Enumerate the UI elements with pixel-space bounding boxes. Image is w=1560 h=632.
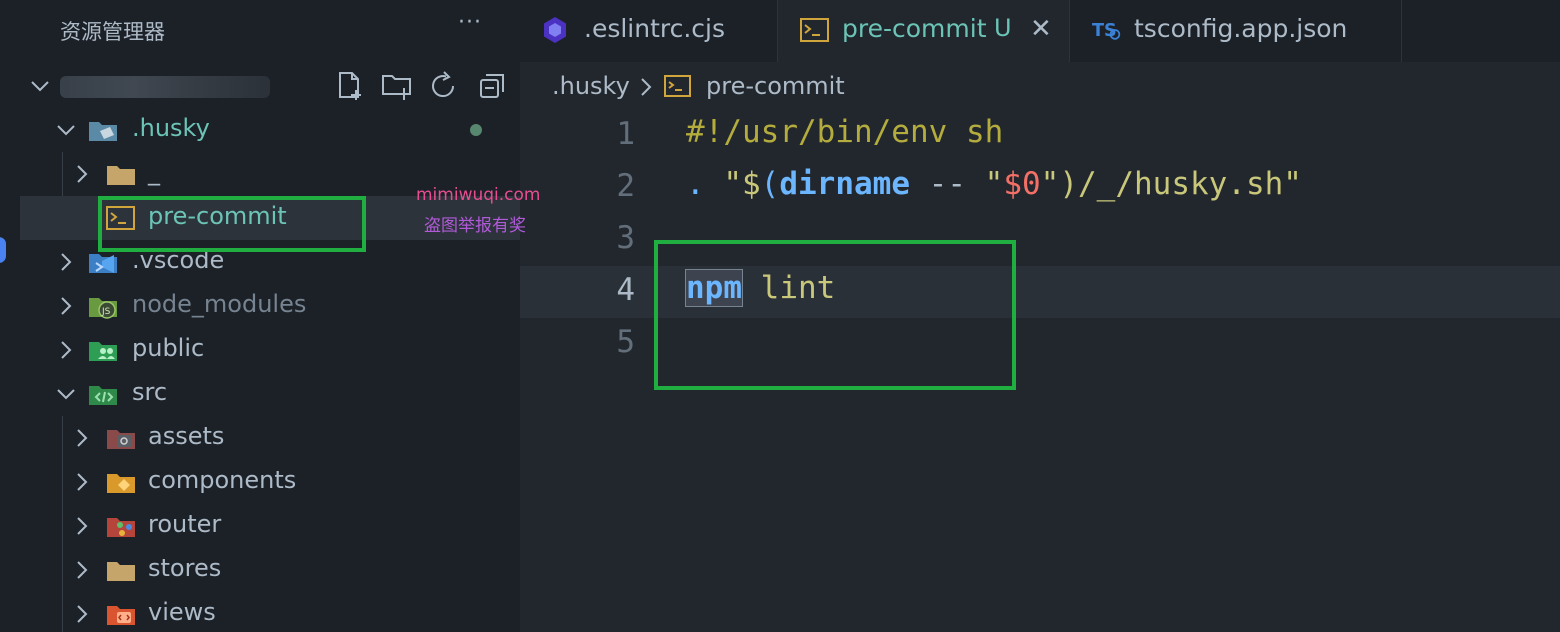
folder-router-icon <box>107 518 135 537</box>
line-number: 4 <box>616 272 635 308</box>
chevron-right-icon <box>77 473 88 491</box>
chevron-right-icon <box>77 517 88 535</box>
new-file-icon[interactable] <box>334 70 366 102</box>
highlight-box-code <box>654 240 1016 390</box>
folder-assets-icon <box>107 430 135 449</box>
folder-icon <box>107 166 135 185</box>
explorer-sidebar: 资源管理器 ··· .husky _ pre-commit .vscode JS… <box>0 0 520 632</box>
editor-tab-bar: .eslintrc.cjs pre-commit U ✕ TS tsconfig… <box>520 0 1560 62</box>
chevron-right-icon <box>77 605 88 623</box>
chevron-right-icon <box>61 297 72 315</box>
chevron-down-icon[interactable] <box>28 74 52 98</box>
tree-item-label: .husky <box>132 114 210 142</box>
tree-item-label: components <box>148 466 297 494</box>
function-token: dirname <box>779 166 910 202</box>
explorer-header: 资源管理器 ··· <box>0 0 520 62</box>
tree-item-label: public <box>132 334 205 362</box>
watermark-text: 盗图举报有奖 <box>424 216 526 236</box>
chevron-right-icon <box>61 341 72 359</box>
folder-components-icon <box>107 474 135 493</box>
folder-node-icon: JS <box>89 298 117 319</box>
tab-label: .eslintrc.cjs <box>584 14 726 43</box>
chevron-right-icon <box>641 78 652 96</box>
tree-item-views[interactable]: views <box>20 592 520 632</box>
line-number: 3 <box>616 220 635 256</box>
chevron-down-icon <box>57 389 75 400</box>
refresh-icon[interactable] <box>428 70 460 102</box>
operator-token: -- <box>910 166 985 202</box>
chevron-down-icon <box>57 125 75 136</box>
tab-pre-commit[interactable]: pre-commit U ✕ <box>778 0 1070 62</box>
string-token: "$ <box>704 166 761 202</box>
code-text: #!/usr/bin/env sh <box>686 114 1003 150</box>
folder-husky-icon <box>89 122 117 141</box>
string-token: " <box>984 166 1004 202</box>
new-folder-icon[interactable] <box>380 70 412 102</box>
folder-src-icon <box>89 386 117 405</box>
breadcrumb-file[interactable]: pre-commit <box>706 72 845 100</box>
highlight-box-pre-commit <box>98 196 366 252</box>
shebang-token: #!/usr/bin/env sh <box>686 114 1004 150</box>
tree-item-label: router <box>148 510 222 538</box>
tree-item-router[interactable]: router <box>20 504 520 548</box>
chevron-right-icon <box>77 165 88 183</box>
folder-vscode-icon <box>89 254 117 273</box>
shell-file-icon <box>664 75 691 97</box>
modified-status-dot <box>470 124 482 136</box>
folder-views-icon <box>107 606 135 625</box>
close-icon[interactable]: ✕ <box>1030 14 1052 44</box>
tree-item-node-modules[interactable]: JS node_modules <box>20 284 520 328</box>
tree-item-stores[interactable]: stores <box>20 548 520 592</box>
folder-public-icon <box>89 342 117 361</box>
code-text: . "$(dirname -- "$0")/_/husky.sh" <box>686 166 1302 202</box>
line-number: 1 <box>616 116 635 152</box>
tree-item-husky[interactable]: .husky <box>20 108 520 152</box>
more-actions-button[interactable]: ··· <box>458 10 482 35</box>
chevron-right-icon <box>77 429 88 447</box>
string-token: " <box>1040 166 1060 202</box>
tree-item-components[interactable]: components <box>20 460 520 504</box>
dot-token: . <box>686 166 705 202</box>
tree-item-assets[interactable]: assets <box>20 416 520 460</box>
paren-token: ) <box>1059 166 1078 202</box>
code-line: 1 #!/usr/bin/env sh <box>520 110 1560 162</box>
tree-item-label: assets <box>148 422 225 450</box>
tab-label: pre-commit <box>842 14 987 43</box>
variable-token: $0 <box>1003 166 1041 202</box>
collapse-all-icon[interactable] <box>476 70 508 102</box>
workspace-name-blurred <box>60 76 270 98</box>
string-token: /_/husky.sh" <box>1078 166 1302 202</box>
code-editor[interactable]: 1 #!/usr/bin/env sh 2 . "$(dirname -- "$… <box>520 110 1560 632</box>
shell-file-icon <box>800 18 829 42</box>
svg-text:JS: JS <box>101 307 111 317</box>
tsconfig-icon: TS <box>1092 21 1121 41</box>
tree-item-label: views <box>148 598 216 626</box>
paren-token: ( <box>760 166 780 202</box>
breadcrumb-folder[interactable]: .husky <box>552 72 630 100</box>
workspace-root-row[interactable] <box>20 64 520 108</box>
explorer-title: 资源管理器 <box>60 20 165 44</box>
line-number: 5 <box>616 324 635 360</box>
chevron-right-icon <box>61 253 72 271</box>
code-line: 2 . "$(dirname -- "$0")/_/husky.sh" <box>520 162 1560 214</box>
folder-icon <box>107 562 135 581</box>
tab-label: tsconfig.app.json <box>1134 14 1348 43</box>
line-number: 2 <box>616 168 635 204</box>
tree-item-label: src <box>132 378 168 406</box>
tree-item-label: node_modules <box>132 290 307 318</box>
chevron-right-icon <box>77 561 88 579</box>
breadcrumb: .husky pre-commit <box>520 62 1560 110</box>
eslint-icon <box>544 17 566 43</box>
tree-item-label: stores <box>148 554 222 582</box>
tree-item-public[interactable]: public <box>20 328 520 372</box>
tab-tsconfig[interactable]: TS tsconfig.app.json <box>1070 0 1402 62</box>
tab-eslintrc[interactable]: .eslintrc.cjs <box>520 0 778 62</box>
edge-indicator <box>0 237 6 263</box>
tree-item-label: _ <box>148 158 160 186</box>
tree-item-src[interactable]: src <box>20 372 520 416</box>
untracked-badge: U <box>994 14 1012 42</box>
